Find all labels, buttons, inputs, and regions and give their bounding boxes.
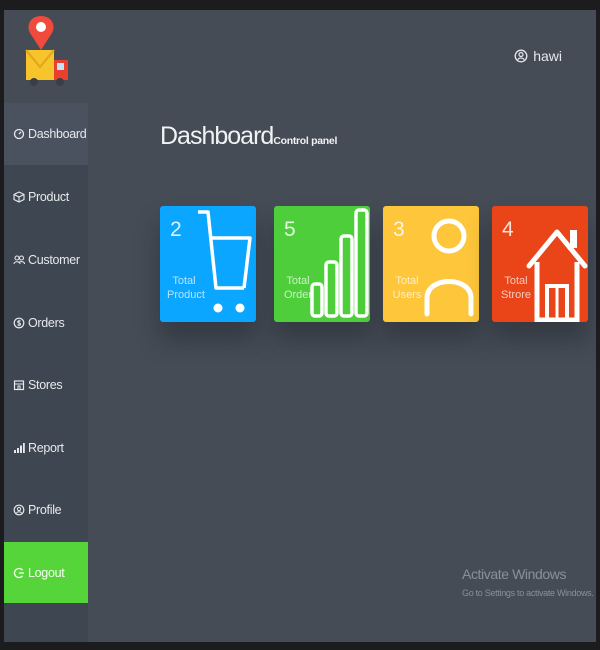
page-title: DashboardControl panel: [160, 122, 337, 151]
sidebar-item-label: Customer: [28, 253, 80, 267]
windows-activation-watermark: Activate Windows Go to Settings to activ…: [462, 566, 594, 598]
watermark-subtitle: Go to Settings to activate Windows.: [462, 588, 594, 598]
page-subtitle: Control panel: [273, 135, 338, 147]
user-circle-icon: [514, 49, 528, 63]
user-menu[interactable]: hawi: [514, 48, 562, 64]
sidebar-item-dashboard[interactable]: Dashboard: [4, 103, 88, 165]
house-icon: [526, 229, 588, 322]
stat-count: 3: [393, 218, 405, 241]
user-icon: [424, 218, 474, 317]
sidebar-item-label: Profile: [28, 503, 62, 517]
profile-icon: [13, 504, 25, 516]
delivery-truck-logo[interactable]: [24, 12, 70, 96]
box-icon: [13, 191, 25, 203]
stat-label-line2: Users: [392, 289, 422, 301]
logout-icon: [13, 567, 25, 579]
page-title-text: Dashboard: [160, 122, 274, 150]
store-icon: [13, 379, 25, 391]
stat-label-line1: Total: [395, 275, 419, 287]
dollar-icon: [13, 317, 25, 329]
sidebar-item-label: Product: [28, 190, 69, 204]
sidebar-item-customer[interactable]: Customer: [4, 229, 88, 291]
stat-label-line2: Order: [283, 289, 313, 301]
sidebar-item-orders[interactable]: Orders: [4, 292, 88, 354]
sidebar-item-product[interactable]: Product: [4, 166, 88, 228]
stat-count: 4: [502, 218, 514, 241]
sidebar-item-profile[interactable]: Profile: [4, 479, 88, 541]
stat-label-line1: Total: [286, 275, 310, 287]
cart-icon: [198, 210, 252, 313]
users-icon: [13, 254, 25, 266]
stat-card-product[interactable]: 2 Total Product: [160, 206, 256, 322]
sidebar-item-stores[interactable]: Stores: [4, 354, 88, 416]
stat-label: Total Users: [390, 274, 424, 302]
stat-count: 5: [284, 218, 296, 241]
logo-area: [4, 10, 88, 103]
sidebar-item-label: Logout: [28, 565, 65, 580]
stat-card-users[interactable]: 3 Total Users: [383, 206, 479, 322]
sidebar-item-label: Stores: [28, 378, 63, 392]
sidebar-item-label: Orders: [28, 316, 65, 330]
sidebar-item-logout[interactable]: Logout: [4, 542, 88, 603]
gauge-icon: [13, 128, 25, 140]
app-window: Dashboard Product Customer Orders Stores: [4, 10, 596, 642]
watermark-title: Activate Windows: [462, 566, 567, 582]
stat-card-order[interactable]: 5 Total Order: [274, 206, 370, 322]
sidebar-item-report[interactable]: Report: [4, 417, 88, 479]
stat-label-line1: Total: [504, 275, 528, 287]
sidebar: Dashboard Product Customer Orders Stores: [4, 10, 88, 642]
sidebar-item-label: Dashboard: [28, 127, 87, 141]
stat-card-store[interactable]: 4 Total Strore: [492, 206, 588, 322]
bar-chart-icon: [310, 208, 369, 318]
user-name: hawi: [533, 48, 562, 64]
stat-label-line1: Total: [172, 275, 196, 287]
sidebar-item-label: Report: [28, 441, 64, 455]
stat-count: 2: [170, 218, 182, 241]
bar-chart-icon: [13, 442, 25, 454]
